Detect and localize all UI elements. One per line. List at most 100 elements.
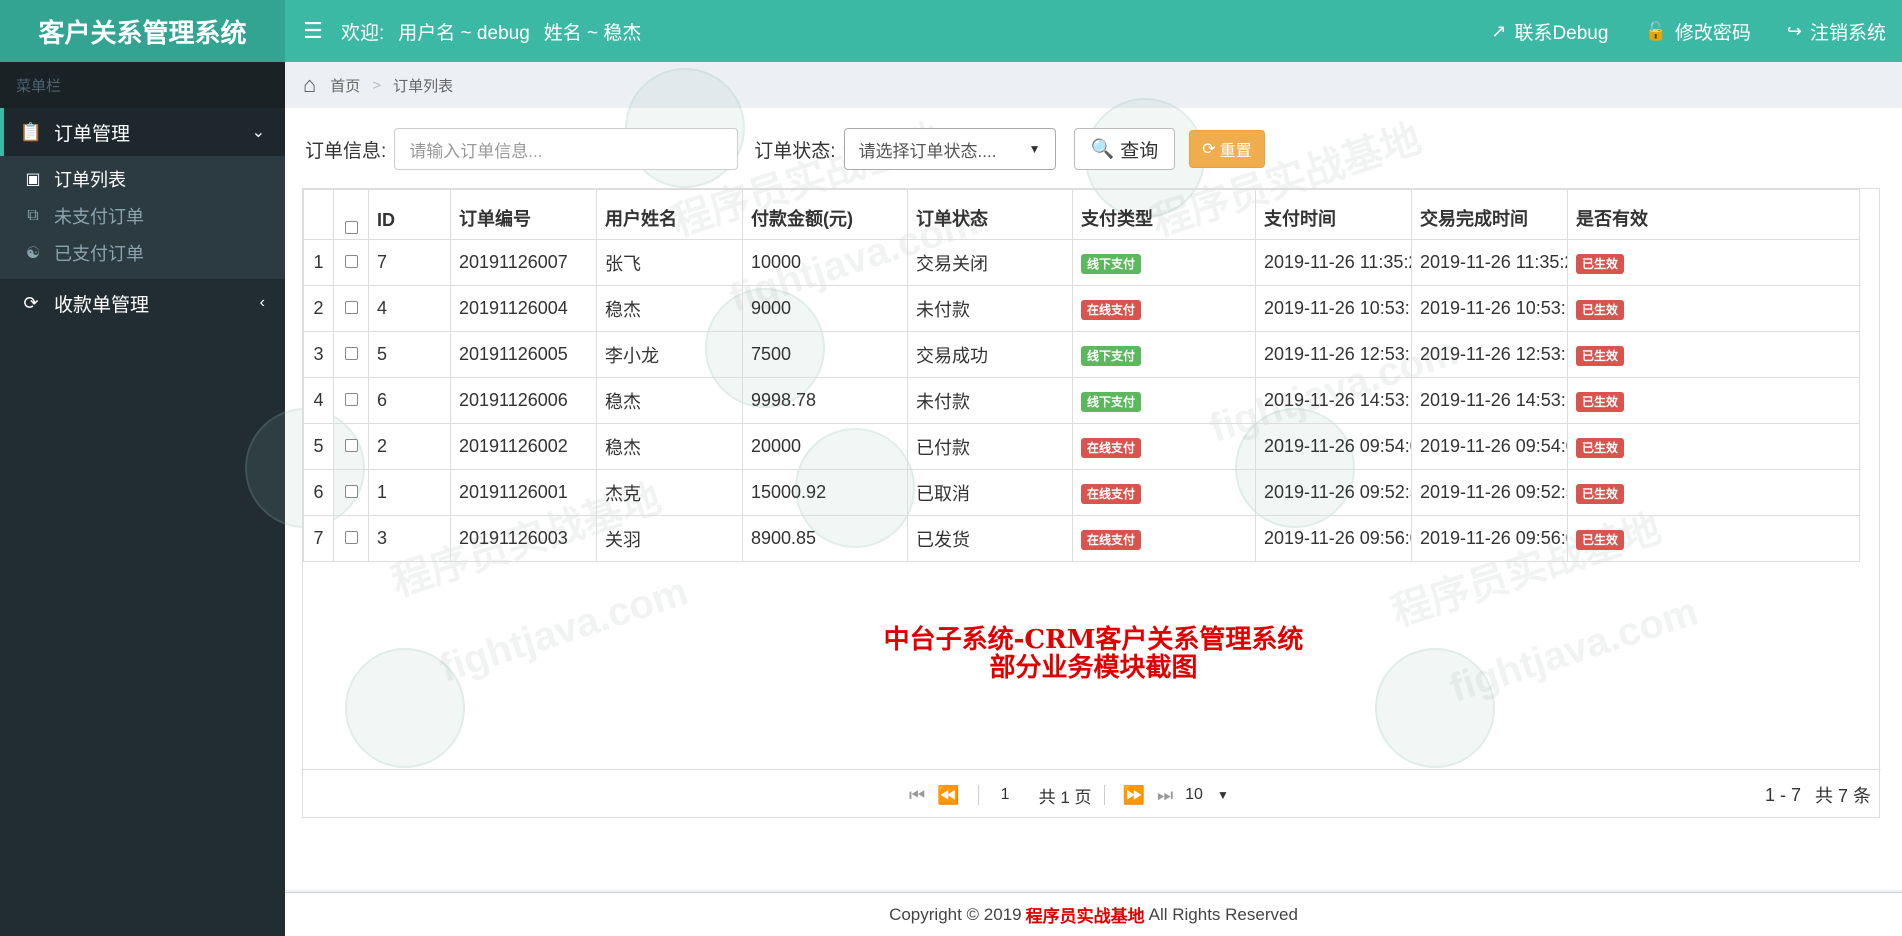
contact-debug-link[interactable]: ↗ 联系Debug [1491,18,1608,45]
home-icon[interactable]: ⌂ [303,72,316,98]
pay-type-badge: 在线支付 [1081,483,1142,504]
checkbox-icon [344,255,358,268]
valid-cell: 已生效 [1567,285,1860,332]
checkbox-icon [344,393,358,406]
table-row[interactable]: 4 6 20191126006 稳杰 9998.78 未付款 线下支付 2019-11-26 … [303,377,1860,424]
sidebar-item-receipt-management[interactable]: ⟳ 收款单管理 ‹ [0,279,285,327]
clipboard-icon: 📋 [19,121,43,142]
pay-type-badge: 线下支付 [1081,253,1142,274]
table-row[interactable]: 7 3 20191126003 关羽 8900.85 已发货 在线支付 2019-11-26 … [303,515,1860,562]
table-header-row: ID 订单编号 用户姓名 付款金额(元) 订单状态 支付类型 支付时间 交易完成… [303,189,1860,240]
logout-label: 注销系统 [1809,22,1886,44]
table-row[interactable]: 5 2 20191126002 稳杰 20000 已付款 在线支付 2019-11-26 09… [303,423,1860,470]
top-navbar: ☰ 欢迎: 用户名 ~ debug 姓名 ~ 稳杰 ↗ 联系Debug 🔓 修改密码… [285,0,1902,62]
id-cell: 5 [368,331,451,378]
table-row[interactable]: 6 1 20191126001 杰克 15000.92 已取消 在线支付 2019-11-26… [303,469,1860,516]
row-checkbox[interactable] [333,285,369,332]
pay-type-cell: 在线支付 [1072,285,1256,332]
pay-type-cell: 在线支付 [1072,469,1256,516]
caption-line-1: 中台子系统-CRM客户关系管理系统 [883,625,1304,655]
prev-page-button[interactable]: ⏪ [937,785,959,806]
valid-badge: 已生效 [1576,529,1625,550]
page-number-input[interactable]: 1 [991,781,1031,809]
chevron-left-icon: ‹ [259,294,265,311]
checkbox-icon [344,221,358,234]
sidebar-item-unpaid-orders[interactable]: ⧉ 未支付订单 [0,197,285,234]
column-header[interactable]: 是否有效 [1567,189,1860,240]
first-page-button[interactable]: ⏮ [909,785,925,806]
menu-toggle-button[interactable]: ☰ [285,0,341,62]
reset-button-label: 重置 [1219,143,1252,160]
order-status-select[interactable]: 请选择订单状态.... ▼ [843,128,1056,170]
checkbox-icon [344,531,358,544]
row-checkbox[interactable] [333,239,369,286]
pay-time-cell: 2019-11-26 14:53:1 [1255,377,1412,424]
username-text: 用户名 ~ debug [398,22,530,44]
row-number-cell: 1 [303,239,334,286]
pay-type-badge: 线下支付 [1081,391,1142,412]
order-status-cell: 已取消 [907,469,1073,516]
done-time-cell: 2019-11-26 09:56:0 [1411,515,1568,562]
user-name-cell: 关羽 [596,515,743,562]
page-size-select[interactable]: 10 ▼ [1185,786,1229,804]
contact-debug-label: 联系Debug [1514,22,1609,44]
column-header[interactable]: 用户姓名 [596,189,743,240]
sidebar-item-paid-orders[interactable]: ☯ 已支付订单 [0,234,285,271]
column-header[interactable]: ID [368,189,451,240]
search-icon: 🔍 [1090,139,1115,160]
row-checkbox[interactable] [333,377,369,424]
breadcrumb: ⌂ 首页 > 订单列表 [285,62,1902,108]
order-number-cell: 20191126005 [450,331,597,378]
done-time-cell: 2019-11-26 11:35:2 [1411,239,1568,286]
table-row[interactable]: 2 4 20191126004 稳杰 9000 未付款 在线支付 2019-11-26 10:… [303,285,1860,332]
row-checkbox[interactable] [333,515,369,562]
window-icon: ▣ [25,170,41,188]
table-row[interactable]: 1 7 20191126007 张飞 10000 交易关闭 线下支付 2019-11-26 1… [303,239,1860,286]
external-link-icon: ↗ [1491,20,1507,41]
logout-link[interactable]: ↪ 注销系统 [1787,18,1886,45]
reset-button[interactable]: ⟳ 重置 [1189,130,1265,168]
row-checkbox[interactable] [333,331,369,378]
rights-text: All Rights Reserved [1148,904,1298,924]
amount-cell: 20000 [742,423,908,470]
column-header[interactable]: 付款金额(元) [742,189,908,240]
last-page-button[interactable]: ⏭ [1157,785,1173,806]
footer-brand-link[interactable]: 程序员实战基地 [1026,902,1145,927]
order-number-cell: 20191126004 [450,285,597,332]
order-status-selected: 请选择订单状态.... [858,141,997,161]
select-all-checkbox[interactable] [333,189,369,240]
column-header[interactable]: 订单编号 [450,189,597,240]
column-header[interactable]: 交易完成时间 [1411,189,1568,240]
row-number-cell: 3 [303,331,334,378]
order-status-cell: 交易关闭 [907,239,1073,286]
amount-cell: 9998.78 [742,377,908,424]
breadcrumb-separator: > [372,76,382,94]
pay-time-cell: 2019-11-26 12:53:1 [1255,331,1412,378]
order-status-cell: 未付款 [907,285,1073,332]
pay-time-cell: 2019-11-26 09:54:0 [1255,423,1412,470]
sidebar-item-order-list[interactable]: ▣ 订单列表 [0,160,285,197]
pagination: ⏮ ⏪ 1 共 1 页 ⏩ ⏭ 10 ▼ 1 - 7 共 7 条 [303,769,1881,819]
column-header[interactable]: 支付时间 [1255,189,1412,240]
row-number-cell: 5 [303,423,334,470]
order-info-input[interactable]: 请输入订单信息... [394,128,739,170]
next-page-button[interactable]: ⏩ [1123,785,1145,806]
breadcrumb-home[interactable]: 首页 [330,75,360,96]
checkbox-icon [344,301,358,314]
done-time-cell: 2019-11-26 14:53:1 [1411,377,1568,424]
column-header[interactable]: 订单状态 [907,189,1073,240]
row-checkbox[interactable] [333,423,369,470]
change-password-label: 修改密码 [1674,22,1751,44]
row-checkbox[interactable] [333,469,369,516]
valid-badge: 已生效 [1576,437,1625,458]
table-row[interactable]: 3 5 20191126005 李小龙 7500 交易成功 线下支付 2019-11-26 1… [303,331,1860,378]
column-header[interactable]: 支付类型 [1072,189,1256,240]
query-button[interactable]: 🔍 查询 [1073,128,1176,170]
valid-badge: 已生效 [1576,345,1625,366]
order-status-cell: 已付款 [907,423,1073,470]
app-title: 客户关系管理系统 [0,0,285,62]
user-name-cell: 稳杰 [596,285,743,332]
sidebar-item-order-management[interactable]: 📋 订单管理 ⌄ [0,108,285,156]
change-password-link[interactable]: 🔓 修改密码 [1644,18,1750,45]
footer: Copyright © 2019 程序员实战基地 All Rights Rese… [285,892,1902,936]
